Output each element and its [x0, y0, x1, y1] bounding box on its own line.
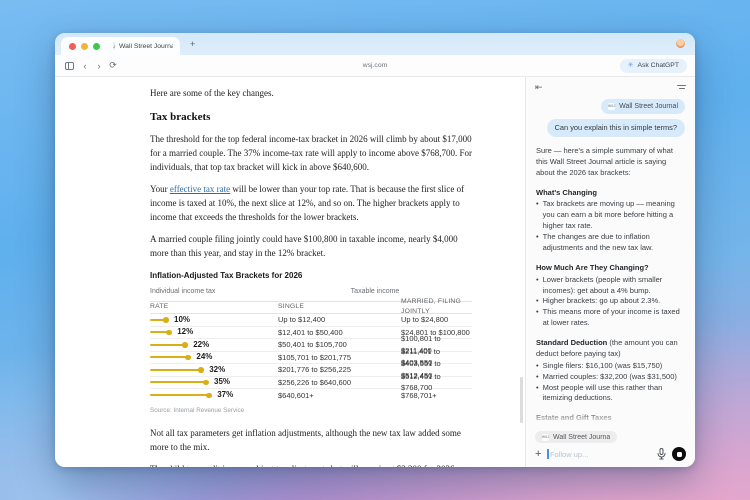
article-paragraph: Your effective tax rate will be lower th… — [150, 183, 465, 222]
back-button[interactable]: ‹ — [78, 61, 92, 71]
collapse-sidebar-icon[interactable]: ⇤ — [535, 82, 543, 93]
article-page: Here are some of the key changes. Tax br… — [55, 77, 525, 467]
close-window-button[interactable] — [69, 42, 76, 50]
forward-button[interactable]: › — [92, 61, 106, 71]
article-intro: Here are some of the key changes. — [150, 88, 274, 98]
chat-composer: WSJ Wall Street Journa + Follow up... — [526, 424, 695, 467]
openai-icon: ✳ — [627, 62, 634, 69]
reload-button[interactable]: ⟳ — [106, 60, 120, 71]
wsj-favicon-icon: WSJ — [608, 103, 615, 111]
new-tab-button[interactable]: + — [190, 37, 195, 51]
ask-chatgpt-button[interactable]: ✳ Ask ChatGPT — [619, 58, 687, 73]
table-row: 35% $256,226 to $640,600 $512,451 to $76… — [150, 372, 472, 392]
assistant-section: How Much Are They Changing? • Lower brack… — [536, 262, 680, 328]
add-attachment-button[interactable]: + — [535, 448, 541, 460]
chart-title: Inflation-Adjusted Tax Brackets for 2026 — [150, 271, 303, 281]
profile-avatar[interactable] — [676, 39, 685, 48]
user-message-bubble: Can you explain this in simple terms? — [546, 119, 685, 137]
article-paragraph: Not all tax parameters get inflation adj… — [150, 428, 461, 453]
chart-source: Source: Internal Revenue Service — [150, 406, 245, 414]
tab-strip: WSJ Wall Street Journal + — [55, 33, 695, 55]
assistant-section: What's Changing • Tax brackets are moving… — [536, 187, 675, 252]
traffic-lights — [61, 37, 113, 55]
chat-messages: WSJ Wall Street Journal Can you explain … — [526, 97, 695, 424]
browser-window: WSJ Wall Street Journal + ‹ › ⟳ wsj.com … — [55, 33, 695, 467]
zoom-window-button[interactable] — [93, 42, 100, 50]
ask-chatgpt-label: Ask ChatGPT — [637, 62, 679, 69]
article-paragraph: The threshold for the top federal income… — [150, 133, 472, 172]
composer-attachment-chip[interactable]: WSJ Wall Street Journa — [535, 431, 618, 443]
article-heading-tax-brackets: Tax brackets — [150, 110, 211, 123]
table-row: 37% $640,601+ $768,701+ — [150, 389, 472, 402]
assistant-section: Standard Deduction (the amount you can d… — [536, 338, 678, 403]
tax-brackets-chart: Inflation-Adjusted Tax Brackets for 2026… — [150, 270, 472, 415]
voice-mode-button[interactable] — [672, 447, 686, 461]
address-bar[interactable]: wsj.com — [363, 62, 388, 69]
sidebar-menu-icon[interactable] — [677, 85, 686, 89]
assistant-intro: Sure — here's a simple summary of what t… — [536, 145, 673, 177]
chatgpt-sidebar: ⇤ WSJ Wall Street Journal Can you explai… — [525, 77, 695, 467]
microphone-icon[interactable] — [657, 448, 666, 460]
follow-up-input[interactable]: Follow up... — [547, 449, 651, 459]
wsj-favicon-icon: WSJ — [541, 433, 550, 441]
table-header-row: RATE SINGLE MARRIED, FILING JOINTLY — [150, 298, 472, 315]
toggle-sidebar-icon[interactable] — [65, 61, 74, 70]
article-paragraph: A married couple filing jointly could ha… — [150, 233, 458, 258]
assistant-section: Estate and Gift Taxes •Estate tax exclus… — [536, 413, 612, 423]
input-placeholder: Follow up... — [549, 449, 589, 459]
effective-tax-rate-link[interactable]: effective tax rate — [170, 184, 230, 194]
attached-page-chip[interactable]: WSJ Wall Street Journal — [601, 99, 685, 115]
article-paragraph: The child tax credit is now subject to a… — [150, 463, 472, 467]
table-row: 10% Up to $12,400 Up to $24,800 — [150, 314, 472, 327]
browser-toolbar: ‹ › ⟳ wsj.com ✳ Ask ChatGPT — [55, 55, 695, 77]
page-scrollbar[interactable] — [520, 377, 523, 423]
text-cursor — [547, 449, 549, 459]
minimize-window-button[interactable] — [81, 42, 88, 50]
tab-title: Wall Street Journal — [119, 42, 173, 50]
